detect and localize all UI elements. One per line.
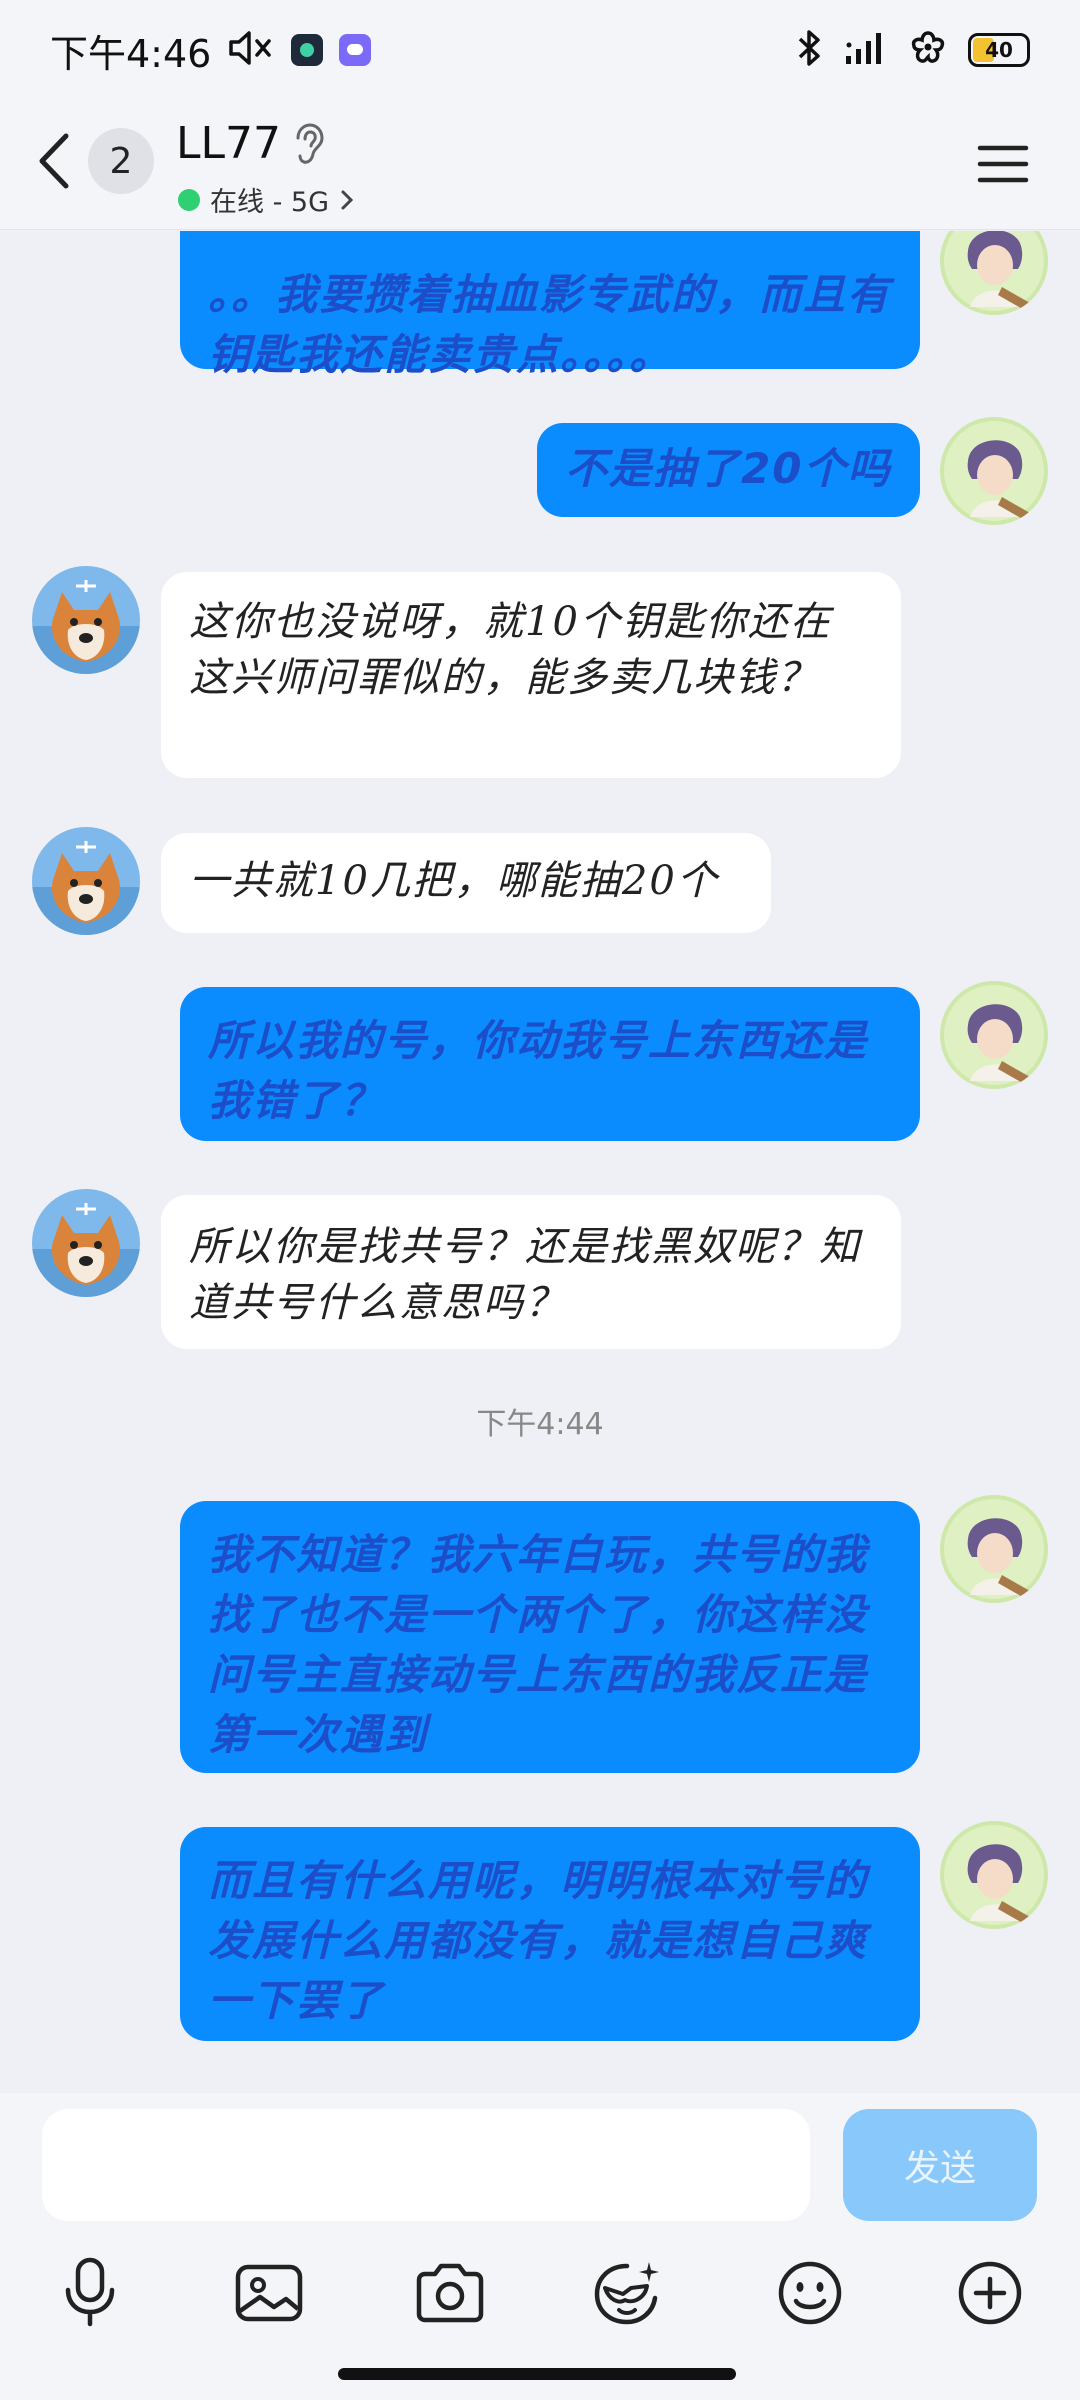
message-bubble-outgoing[interactable]: 。。我要攒着抽血影专武的，而且有钥匙我还能卖贵点。。。。	[180, 231, 920, 379]
contact-avatar[interactable]	[32, 1189, 140, 1297]
more-button[interactable]	[950, 2253, 1030, 2333]
send-button[interactable]: 发送	[843, 2109, 1037, 2221]
bluetooth-icon	[796, 28, 824, 72]
sticker-button[interactable]	[588, 2253, 668, 2333]
message-bubble-outgoing[interactable]: 我不知道？我六年白玩，共号的我找了也不是一个两个了，你这样没问号主直接动号上东西…	[180, 1501, 920, 1773]
message-bubble-incoming[interactable]: 一共就10几把，哪能抽20个	[161, 833, 771, 933]
online-status-text: 在线 - 5G	[210, 187, 330, 218]
input-toolbar	[0, 2253, 1080, 2353]
hamburger-menu-icon	[977, 145, 1029, 183]
message-list[interactable]: 。。我要攒着抽血影专武的，而且有钥匙我还能卖贵点。。。。 不是抽了20个吗 这你…	[0, 231, 1080, 2093]
my-avatar[interactable]	[940, 417, 1048, 525]
message-bubble-incoming[interactable]: 所以你是找共号？还是找黑奴呢？知道共号什么意思吗？	[161, 1195, 901, 1349]
my-avatar[interactable]	[940, 1821, 1048, 1929]
message-bubble-outgoing[interactable]: 不是抽了20个吗	[537, 423, 920, 517]
emoji-icon	[778, 2261, 842, 2325]
mute-icon	[227, 28, 275, 72]
message-input[interactable]	[42, 2109, 810, 2221]
signal-icon	[844, 30, 888, 70]
unread-count-badge[interactable]: 2	[88, 128, 154, 194]
voice-button[interactable]	[50, 2253, 130, 2333]
image-icon	[235, 2264, 303, 2322]
online-status-row[interactable]: 在线 - 5G	[178, 180, 355, 219]
chat-header: 2 LL77 在线 - 5G	[0, 100, 1080, 230]
message-bubble-incoming[interactable]: 这你也没说呀，就10个钥匙你还在这兴师问罪似的，能多卖几块钱？	[161, 572, 901, 778]
app-notification-icon	[291, 34, 324, 66]
contact-name[interactable]: LL77	[176, 118, 281, 169]
plus-icon	[958, 2261, 1022, 2325]
message-timestamp: 下午4:44	[476, 1407, 604, 1442]
status-bar: 下午4:46 40	[0, 0, 1080, 100]
sticker-icon	[594, 2262, 659, 2325]
chevron-right-icon	[341, 190, 354, 209]
my-avatar[interactable]	[940, 1495, 1048, 1603]
input-bar: 发送	[0, 2093, 1080, 2400]
contact-avatar[interactable]	[32, 827, 140, 935]
contact-avatar[interactable]	[32, 566, 140, 674]
chat-screen: 下午4:46 40 2 LL77 在线 - 5G 。。我要攒着抽血影专武的，而且…	[0, 0, 1080, 2400]
online-dot-icon	[178, 188, 200, 211]
home-indicator[interactable]	[338, 2368, 736, 2380]
message-bubble-outgoing[interactable]: 而且有什么用呢，明明根本对号的发展什么用都没有，就是想自己爽一下罢了	[180, 1827, 920, 2041]
gallery-button[interactable]	[229, 2253, 309, 2333]
my-avatar[interactable]	[940, 231, 1048, 315]
microphone-icon	[65, 2257, 115, 2327]
camera-icon	[416, 2263, 484, 2323]
my-avatar[interactable]	[940, 981, 1048, 1089]
chevron-left-icon	[39, 133, 69, 189]
message-bubble-outgoing[interactable]: 所以我的号，你动我号上东西还是我错了？	[180, 987, 920, 1141]
cloud-app-icon	[339, 34, 372, 66]
battery-percent: 40	[985, 38, 1013, 62]
status-time: 下午4:46	[50, 31, 212, 76]
back-button[interactable]	[30, 126, 80, 196]
emoji-button[interactable]	[770, 2253, 850, 2333]
ear-icon[interactable]	[290, 122, 326, 170]
battery-indicator: 40	[968, 33, 1030, 67]
flower-icon	[908, 28, 948, 72]
camera-button[interactable]	[410, 2253, 490, 2333]
menu-button[interactable]	[976, 142, 1030, 190]
